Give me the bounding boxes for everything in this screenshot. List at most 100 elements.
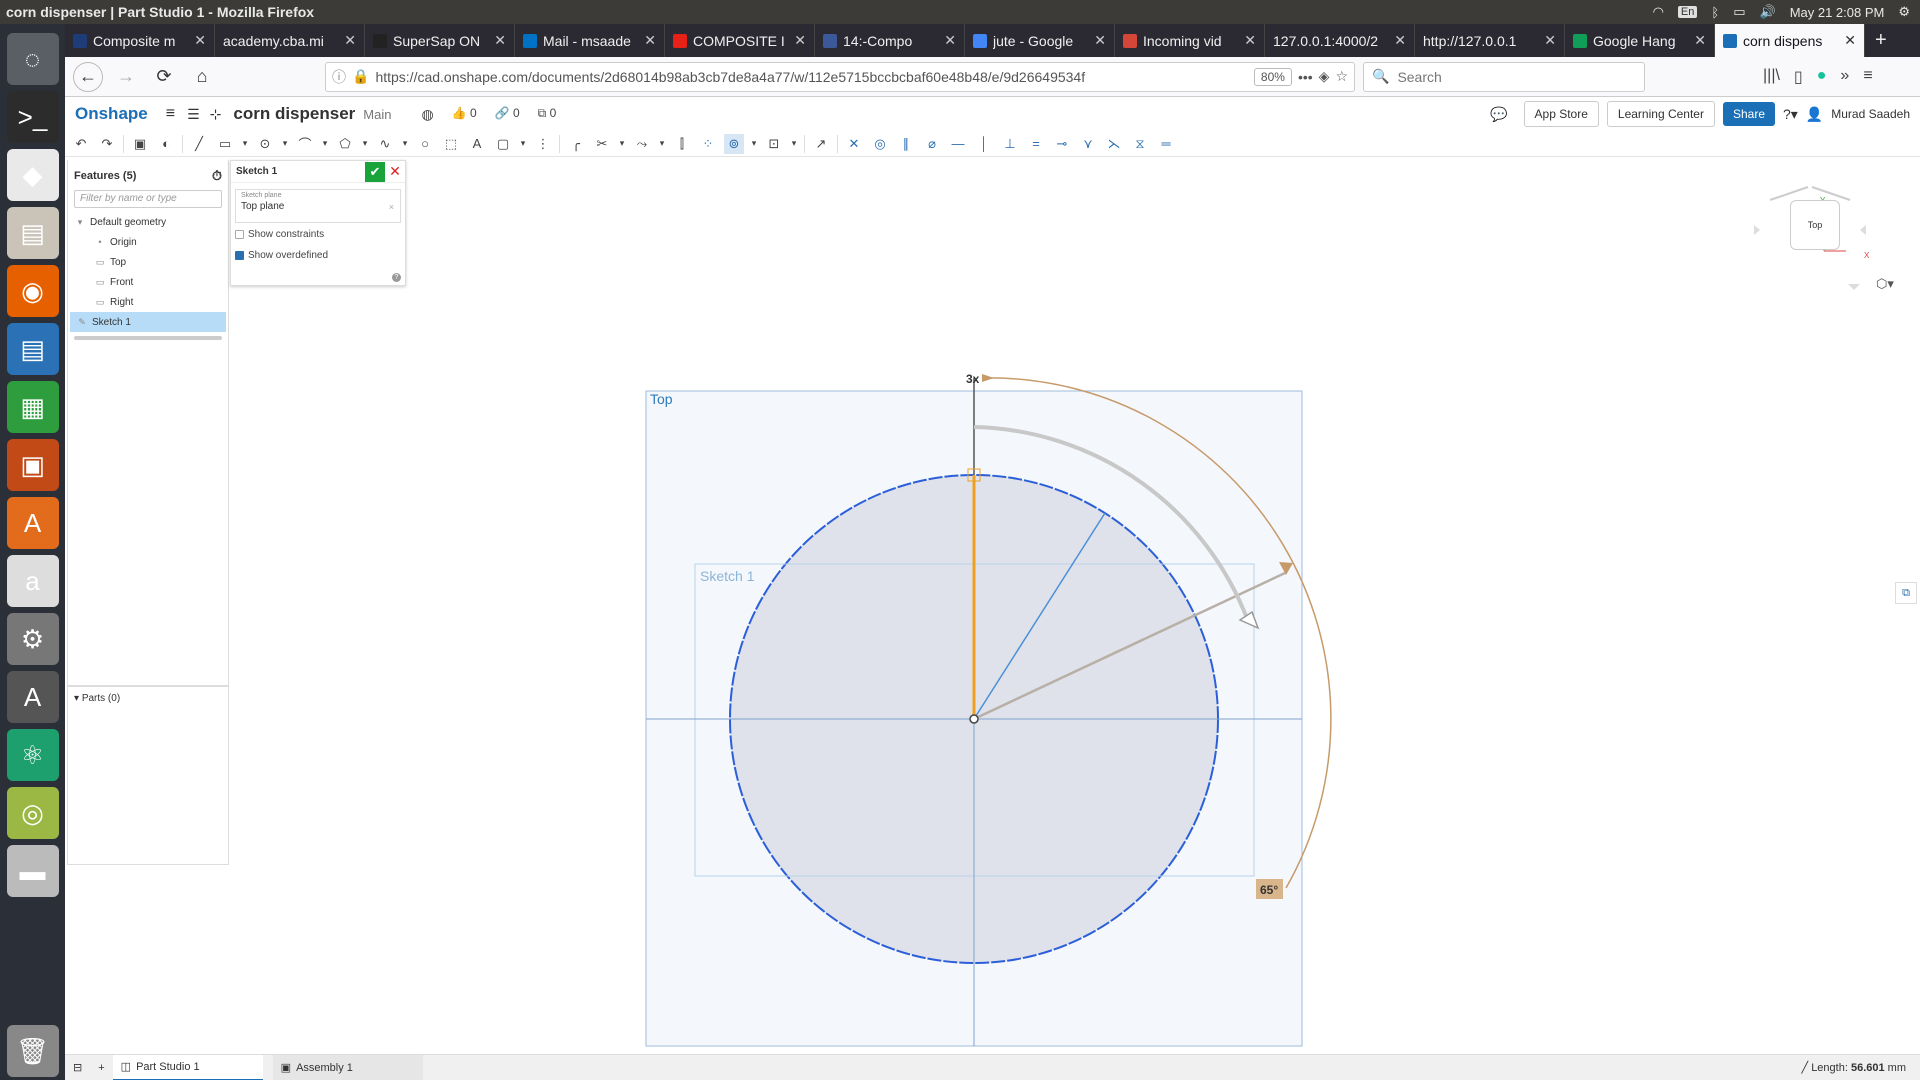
feature-item-front[interactable]: ▭ Front <box>68 272 228 292</box>
tab-close-icon[interactable]: ✕ <box>1244 32 1256 49</box>
sketch-icon[interactable]: ▣ <box>130 134 150 154</box>
top-plane[interactable] <box>645 390 1303 1047</box>
document-name[interactable]: corn dispenser <box>233 104 355 124</box>
insert-icon[interactable]: ⊹ <box>210 106 222 123</box>
offset-icon[interactable]: ⫿ <box>672 134 692 154</box>
firefox-icon[interactable]: ◉ <box>6 265 59 317</box>
links[interactable]: 🔗 0 <box>495 106 520 123</box>
settings-icon[interactable]: ⚙ <box>6 613 59 665</box>
redo-icon[interactable]: ↷ <box>97 134 117 154</box>
terminal-icon[interactable]: >_ <box>6 91 59 143</box>
search-bar[interactable]: 🔍 Search <box>1363 61 1645 92</box>
software-center-icon[interactable]: A <box>6 497 59 549</box>
concentric-icon[interactable]: ◎ <box>870 134 890 154</box>
chevron-down-icon[interactable]: ▾ <box>790 134 798 154</box>
chevron-down-icon[interactable]: ▾ <box>750 134 758 154</box>
chevron-down-icon[interactable]: ▾ <box>74 217 86 228</box>
pocket-icon[interactable]: ◈ <box>1319 68 1330 85</box>
app-store-button[interactable]: App Store <box>1523 101 1599 127</box>
hamburger-menu-icon[interactable]: ≡ <box>1863 67 1872 87</box>
origin-point[interactable] <box>969 714 979 724</box>
pierce-icon[interactable]: ⋋ <box>1104 134 1124 154</box>
feature-sketch-1[interactable]: ✎ Sketch 1 <box>70 312 226 332</box>
tab-close-icon[interactable]: ✕ <box>494 32 506 49</box>
construction-icon[interactable]: ⬚ <box>441 134 461 154</box>
bluetooth-icon[interactable]: ᛒ <box>1711 5 1719 20</box>
help-icon[interactable]: ? <box>392 273 401 282</box>
chevron-down-icon[interactable]: ▾ <box>321 134 329 154</box>
browser-tab[interactable]: Mail - msaade ✕ <box>515 24 665 57</box>
add-tab-icon[interactable]: + <box>90 1055 112 1080</box>
feature-item-right[interactable]: ▭ Right <box>68 292 228 312</box>
use-icon[interactable]: ⊡ <box>764 134 784 154</box>
clock[interactable]: May 21 2:08 PM <box>1790 5 1885 20</box>
tab-close-icon[interactable]: ✕ <box>194 32 206 49</box>
transform-icon[interactable]: ▢ <box>493 134 513 154</box>
view-rotate-arc[interactable] <box>1769 186 1809 201</box>
tangent-icon[interactable]: ⌀ <box>922 134 942 154</box>
feature-item-top[interactable]: ▭ Top <box>68 252 228 272</box>
tab-manager-icon[interactable]: ⊟ <box>65 1055 90 1080</box>
cube-app-icon[interactable]: ◆ <box>6 149 59 201</box>
pattern-arrow-head[interactable] <box>1238 610 1260 630</box>
chevron-down-icon[interactable]: ▾ <box>74 693 79 704</box>
polygon-icon[interactable]: ⬠ <box>335 134 355 154</box>
user-avatar-icon[interactable]: 👤 <box>1806 106 1823 123</box>
view-left-arrow-icon[interactable] <box>1754 225 1760 235</box>
new-tab-icon[interactable]: + <box>1865 24 1897 57</box>
chevron-down-icon[interactable]: ▾ <box>519 134 527 154</box>
battery-icon[interactable]: ▭ <box>1733 4 1745 20</box>
help-icon[interactable]: ?▾ <box>1783 106 1798 123</box>
learning-center-button[interactable]: Learning Center <box>1606 101 1715 127</box>
trash-icon[interactable]: 🗑 <box>6 1025 59 1077</box>
parallel-icon[interactable]: ∥ <box>896 134 916 154</box>
fix-icon[interactable]: ═ <box>1156 134 1176 154</box>
extend-icon[interactable]: ⤳ <box>632 134 652 154</box>
arc-icon[interactable]: ⌒ <box>295 134 315 154</box>
angle-label[interactable]: 65° <box>1260 883 1278 897</box>
writer-icon[interactable]: ▤ <box>6 323 59 375</box>
mirror-icon[interactable]: ⋮ <box>533 134 553 154</box>
tab-close-icon[interactable]: ✕ <box>1094 32 1106 49</box>
feature-filter-input[interactable]: Filter by name or type <box>74 190 222 208</box>
browser-tab[interactable]: academy.cba.mi ✕ <box>215 24 365 57</box>
zoom-indicator[interactable]: 80% <box>1253 67 1292 86</box>
sketch-plane-field[interactable]: Sketch plane Top plane × <box>235 189 401 223</box>
browser-tab[interactable]: COMPOSITE I ✕ <box>665 24 815 57</box>
chevron-down-icon[interactable]: ▾ <box>241 134 249 154</box>
horizontal-icon[interactable]: — <box>948 134 968 154</box>
accept-checkmark-icon[interactable]: ✔ <box>365 161 385 182</box>
browser-tab[interactable]: jute - Google ✕ <box>965 24 1115 57</box>
reload-button[interactable]: ⟳ <box>149 62 179 92</box>
tab-close-icon[interactable]: ✕ <box>1694 32 1706 49</box>
pattern-arrow-arc[interactable] <box>973 425 1250 622</box>
onshape-logo[interactable]: Onshape <box>75 104 148 124</box>
calc-icon[interactable]: ▦ <box>6 381 59 433</box>
symmetric-icon[interactable]: ⧖ <box>1130 134 1150 154</box>
view-down-arrow-icon[interactable] <box>1848 284 1860 290</box>
clear-x-icon[interactable]: × <box>389 202 394 212</box>
page-actions-icon[interactable]: ••• <box>1298 69 1313 85</box>
view-cube[interactable]: Top <box>1790 200 1840 250</box>
back-button[interactable]: ← <box>73 61 103 92</box>
browser-tab[interactable]: corn dispens ✕ <box>1715 24 1865 57</box>
feature-list-icon[interactable]: ☰ <box>187 106 200 123</box>
angle-dimension-arc[interactable] <box>981 377 1332 889</box>
browser-tab[interactable]: http://127.0.0.1 ✕ <box>1415 24 1565 57</box>
copies[interactable]: ⧉ 0 <box>538 106 557 123</box>
spline-icon[interactable]: ∿ <box>375 134 395 154</box>
browser-tab[interactable]: Composite m ✕ <box>65 24 215 57</box>
library-icon[interactable]: |||\ <box>1763 67 1780 87</box>
share-button[interactable]: Share <box>1722 102 1775 126</box>
tab-close-icon[interactable]: ✕ <box>1544 32 1556 49</box>
bookmark-star-icon[interactable]: ☆ <box>1335 68 1348 85</box>
url-text[interactable]: https://cad.onshape.com/documents/2d6801… <box>375 69 1247 85</box>
drive-icon[interactable]: ▬ <box>6 845 59 897</box>
point-icon[interactable]: ○ <box>415 134 435 154</box>
normal-icon[interactable]: ⋎ <box>1078 134 1098 154</box>
browser-tab[interactable]: 14:-Compo ✕ <box>815 24 965 57</box>
endpoint-handle[interactable] <box>967 468 981 482</box>
rectangle-icon[interactable]: ▭ <box>215 134 235 154</box>
chevron-down-icon[interactable]: ▾ <box>361 134 369 154</box>
comments-icon[interactable]: 💬 <box>1490 106 1507 123</box>
